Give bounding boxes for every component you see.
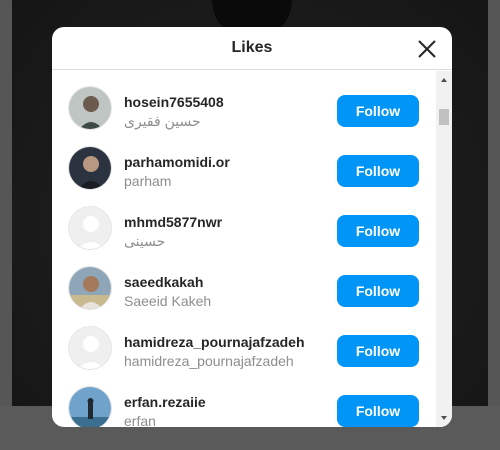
scroll-down-arrow[interactable] <box>436 411 452 425</box>
full-name: hamidreza_pournajafzadeh <box>124 353 294 369</box>
follow-button[interactable]: Follow <box>337 215 419 247</box>
avatar[interactable] <box>68 326 112 370</box>
username[interactable]: erfan.rezaiie <box>124 394 206 410</box>
dialog-header: Likes <box>52 27 452 70</box>
arrow-up-icon <box>441 78 447 82</box>
avatar[interactable] <box>68 266 112 310</box>
username[interactable]: mhmd5877nwr <box>124 214 222 230</box>
list-item: mhmd5877nwr حسینی Follow <box>52 199 436 259</box>
follow-button[interactable]: Follow <box>337 335 419 367</box>
avatar[interactable] <box>68 206 112 250</box>
close-button[interactable] <box>416 38 438 60</box>
full-name: حسین فقیری <box>124 113 201 129</box>
user-photo-icon <box>69 87 111 129</box>
default-avatar-icon <box>69 207 111 249</box>
username[interactable]: parhamomidi.or <box>124 154 230 170</box>
close-icon <box>418 40 436 58</box>
avatar[interactable] <box>68 86 112 130</box>
follow-button[interactable]: Follow <box>337 275 419 307</box>
username[interactable]: saeedkakah <box>124 274 203 290</box>
scroll-up-arrow[interactable] <box>436 73 452 87</box>
default-avatar-icon <box>69 327 111 369</box>
arrow-down-icon <box>441 416 447 420</box>
list-scrollbar[interactable] <box>436 71 452 427</box>
likes-dialog: Likes hosein7655408 حسین فقیری Follow pa… <box>52 27 452 427</box>
follow-button[interactable]: Follow <box>337 395 419 427</box>
user-photo-icon <box>69 147 111 189</box>
username[interactable]: hamidreza_pournajafzadeh <box>124 334 305 350</box>
avatar[interactable] <box>68 386 112 427</box>
list-item: erfan.rezaiie erfan Follow <box>52 379 436 427</box>
full-name: حسینی <box>124 233 166 249</box>
list-item: hamidreza_pournajafzadeh hamidreza_pourn… <box>52 319 436 379</box>
user-photo-icon <box>69 387 111 427</box>
list-item: parhamomidi.or parham Follow <box>52 139 436 199</box>
follow-button[interactable]: Follow <box>337 155 419 187</box>
scroll-thumb[interactable] <box>439 109 449 125</box>
list-item: hosein7655408 حسین فقیری Follow <box>52 79 436 139</box>
full-name: parham <box>124 173 172 189</box>
dialog-title: Likes <box>231 39 273 56</box>
username[interactable]: hosein7655408 <box>124 94 224 110</box>
user-photo-icon <box>69 267 111 309</box>
avatar[interactable] <box>68 146 112 190</box>
full-name: erfan <box>124 413 156 427</box>
likes-list: hosein7655408 حسین فقیری Follow parhamom… <box>52 71 436 427</box>
list-item: saeedkakah Saeeid Kakeh Follow <box>52 259 436 319</box>
full-name: Saeeid Kakeh <box>124 293 212 309</box>
follow-button[interactable]: Follow <box>337 95 419 127</box>
